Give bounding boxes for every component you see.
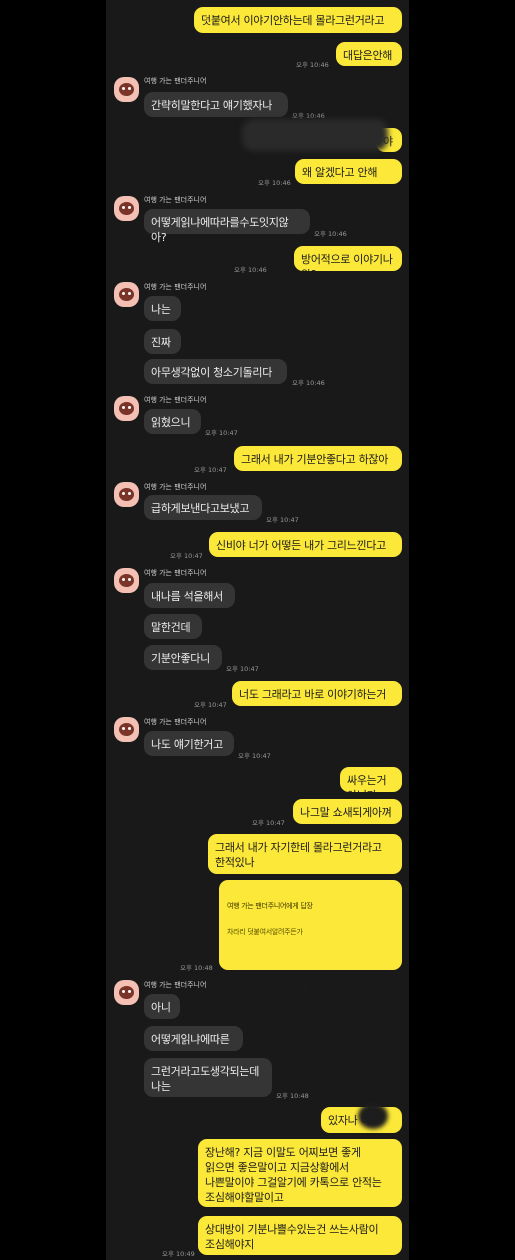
their-message[interactable]: 간략히말한다고 얘기했자나 [144, 92, 288, 117]
timestamp: 오후 10:46 [296, 61, 329, 69]
my-message[interactable]: 왜 알겠다고 안해 [295, 159, 402, 184]
avatar[interactable] [114, 482, 139, 507]
sender-name: 여행 가는 팬더주니어 [144, 483, 207, 491]
avatar[interactable] [114, 196, 139, 221]
their-message[interactable]: 아니 [144, 994, 180, 1019]
my-message[interactable]: 그래서 내가 자기한테 몰라그런거라고 한적있나 [208, 834, 402, 874]
avatar[interactable] [114, 282, 139, 307]
their-message[interactable]: 어떻게읽냐에따라를수도잇지않아? [144, 209, 310, 244]
sender-name: 여행 가는 팬더주니어 [144, 77, 207, 85]
timestamp: 오후 10:47 [226, 665, 259, 673]
avatar[interactable] [114, 77, 139, 102]
timestamp: 오후 10:46 [234, 266, 267, 274]
redaction [242, 119, 388, 151]
my-message[interactable]: 상대방이 기분나쁠수있는건 쓰는사람이 조심해야지 [198, 1216, 402, 1255]
their-message[interactable]: 진짜 [144, 329, 181, 354]
their-message[interactable]: 나도 얘기한거고 [144, 731, 234, 756]
timestamp: 오후 10:48 [276, 1092, 309, 1100]
sender-name: 여행 가는 팬더주니어 [144, 283, 207, 291]
reply-message[interactable]: 여행 가는 팬더주니어에게 답장 차라리 덧붙여서알려주든가 이건 나도 자기한… [219, 880, 402, 1007]
my-message[interactable]: 덧붙여서 이야기안하는데 몰라그런거라고 [194, 7, 402, 33]
my-message[interactable]: 나그말 쇼새되게아껴 [293, 799, 402, 824]
my-message[interactable]: 너도 그래라고 바로 이야기하는거 [232, 681, 402, 706]
chat-window[interactable]: 덧붙여서 이야기안하는데 몰라그런거라고 대답은안해 오후 10:46 여행 가… [106, 0, 409, 1260]
their-message[interactable]: 기분안좋다니 [144, 645, 222, 670]
sender-name: 여행 가는 팬더주니어 [144, 396, 207, 404]
avatar[interactable] [114, 396, 139, 421]
timestamp: 오후 10:47 [252, 819, 285, 827]
timestamp: 오후 10:46 [314, 230, 347, 238]
avatar[interactable] [114, 717, 139, 742]
their-message[interactable]: 급하게보낸다고보냈고 [144, 495, 262, 520]
my-message[interactable]: 신비야 너가 어떻든 내가 그리느낀다고 [209, 532, 402, 557]
reply-body: 이건 나도 자기한테 이야기한적있다 알고있어 [227, 981, 377, 1007]
timestamp: 오후 10:46 [292, 379, 325, 387]
their-message[interactable]: 말한건데 [144, 614, 202, 639]
their-message[interactable]: 내나름 석을해서 [144, 583, 235, 608]
timestamp: 오후 10:47 [205, 429, 238, 437]
their-message[interactable]: 읽혔으니 [144, 409, 201, 434]
sender-name: 여행 가는 팬더주니어 [144, 569, 207, 577]
their-message[interactable]: 어떻게읽냐에따른 [144, 1026, 243, 1051]
my-message[interactable]: 장난해? 지금 이말도 어찌보면 좋게 읽으면 좋은말이고 지금상황에서 나쁜말… [198, 1139, 402, 1207]
their-message[interactable]: 아무생각없이 청소기돌리다 [144, 359, 287, 384]
timestamp: 오후 10:48 [180, 964, 213, 972]
reply-quote-title: 여행 가는 팬더주니어에게 답장 [227, 902, 313, 910]
sender-name: 여행 가는 팬더주니어 [144, 718, 207, 726]
redaction [358, 1103, 388, 1129]
timestamp: 오후 10:47 [238, 752, 271, 760]
sender-name: 여행 가는 팬더주니어 [144, 981, 207, 989]
timestamp: 오후 10:47 [194, 466, 227, 474]
avatar[interactable] [114, 980, 139, 1005]
timestamp: 오후 10:47 [194, 701, 227, 709]
my-message[interactable]: 방어적으로 이야기나와? [294, 246, 402, 281]
timestamp: 오후 10:47 [170, 552, 203, 560]
my-message[interactable]: 싸우는거아닌가 [340, 767, 402, 802]
their-message[interactable]: 나는 [144, 296, 181, 321]
reply-quote-text: 차라리 덧붙여서알려주든가 [227, 928, 303, 936]
their-message[interactable]: 그런거라고도생각되는데 나는 [144, 1058, 272, 1097]
avatar[interactable] [114, 568, 139, 593]
my-message[interactable]: 대답은안해 [336, 42, 402, 66]
timestamp: 오후 10:47 [266, 516, 299, 524]
my-message[interactable]: 그래서 내가 기분안좋다고 하잖아 [234, 446, 402, 471]
timestamp: 오후 10:46 [258, 179, 291, 187]
sender-name: 여행 가는 팬더주니어 [144, 196, 207, 204]
timestamp: 오후 10:49 [162, 1250, 195, 1258]
